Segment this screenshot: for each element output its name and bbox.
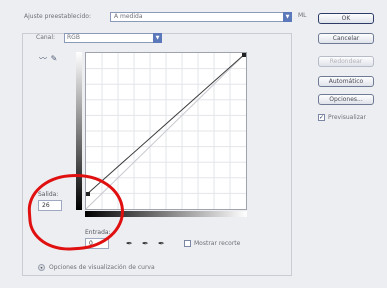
clipping-label: Mostrar recorte	[194, 240, 241, 247]
black-eyedropper-icon[interactable]: ✒	[126, 239, 133, 248]
preview-label: Previsualizar	[328, 114, 366, 121]
preset-menu-button[interactable]: ML	[298, 12, 307, 19]
curve-options-label[interactable]: Opciones de visualización de curva	[49, 264, 155, 271]
channel-select[interactable]: RGB	[64, 33, 162, 43]
gray-eyedropper-icon[interactable]: ✒	[142, 239, 149, 248]
curve-options-expand-icon[interactable]: ▾	[38, 264, 45, 271]
smooth-button[interactable]: Redondear	[318, 56, 374, 67]
cancel-button[interactable]: Cancelar	[318, 33, 374, 44]
preview-checkbox[interactable]: ✓	[318, 114, 325, 121]
preset-dropdown-arrow-icon[interactable]: ▼	[283, 12, 292, 22]
channel-dropdown-arrow-icon[interactable]: ▼	[153, 33, 162, 43]
pencil-icon[interactable]: ✎	[49, 54, 59, 64]
preset-label: Ajuste preestablecido:	[24, 13, 91, 20]
ok-button[interactable]: OK	[318, 13, 374, 24]
options-button[interactable]: Opciones...	[318, 94, 374, 105]
clipping-checkbox[interactable]	[184, 240, 191, 247]
auto-button[interactable]: Automático	[318, 76, 374, 87]
curves-dialog: Ajuste preestablecido: A medida ▼ ML Can…	[0, 0, 387, 288]
white-eyedropper-icon[interactable]: ✒	[158, 239, 165, 248]
preset-select[interactable]: A medida	[110, 12, 290, 22]
curve-white-point-handle[interactable]	[242, 53, 246, 57]
channel-label: Canal:	[36, 34, 56, 41]
curve-point-icon[interactable]: 〰	[38, 54, 48, 64]
